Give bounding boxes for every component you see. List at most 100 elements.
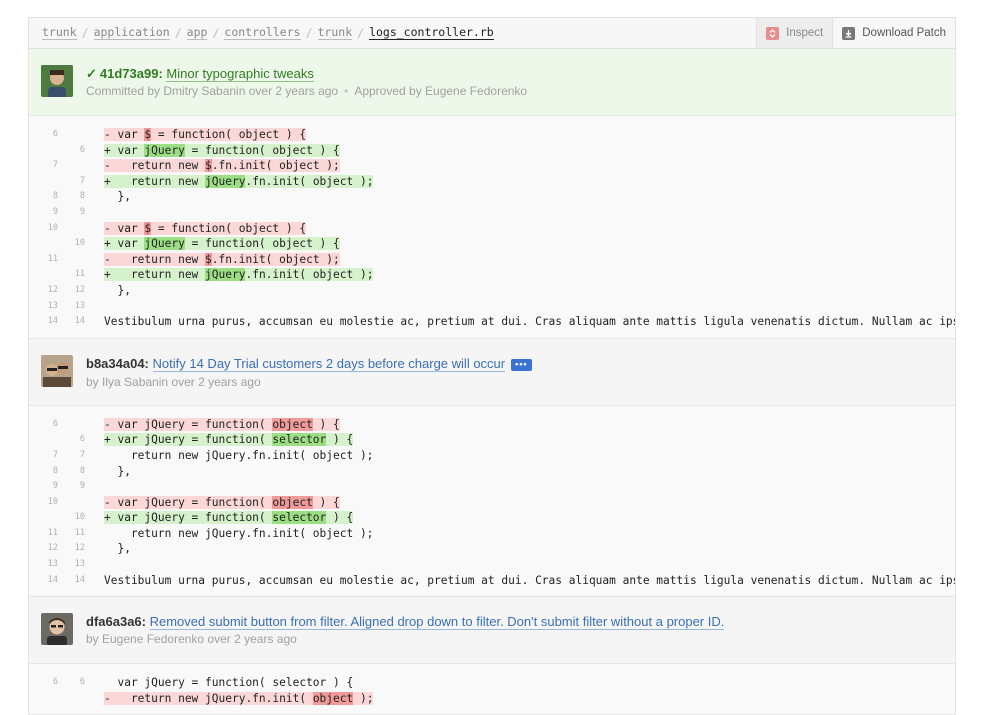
old-line-number[interactable]: 14 [29, 573, 61, 589]
new-line-number[interactable]: 9 [61, 205, 85, 221]
old-line-number[interactable]: 14 [29, 314, 61, 330]
inspect-label: Inspect [786, 27, 824, 39]
diff-line: 6 + var jQuery = function( selector ) { [29, 432, 955, 448]
new-line-number[interactable]: 8 [61, 189, 85, 205]
new-line-number[interactable] [61, 252, 85, 268]
old-line-number[interactable]: 6 [29, 675, 61, 691]
breadcrumb-item[interactable]: controllers [224, 26, 301, 40]
old-line-number[interactable] [29, 510, 61, 526]
new-line-number[interactable]: 7 [61, 174, 85, 190]
commit-meta: Committed by Dmitry Sabanin over 2 years… [86, 84, 528, 98]
avatar[interactable] [41, 354, 73, 387]
code-text: Vestibulum urna purus, accumsan eu moles… [104, 315, 955, 329]
new-line-number[interactable]: 12 [61, 541, 85, 557]
old-line-number[interactable]: 6 [29, 417, 61, 433]
commit-message-link[interactable]: Removed submit button from filter. Align… [149, 614, 725, 631]
download-patch-button[interactable]: Download Patch [832, 18, 955, 48]
new-line-number[interactable]: 13 [61, 299, 85, 315]
changed-token: selector [272, 433, 327, 447]
changed-token: $ [205, 159, 212, 173]
new-line-number[interactable] [61, 495, 85, 511]
new-line-number[interactable]: 6 [61, 143, 85, 159]
code-text: }, [104, 542, 131, 556]
breadcrumb-item[interactable]: trunk [42, 26, 77, 40]
old-line-number[interactable] [29, 236, 61, 252]
old-line-number[interactable]: 10 [29, 221, 61, 237]
new-line-number[interactable] [61, 221, 85, 237]
changed-token: jQuery [144, 237, 185, 251]
breadcrumb-item[interactable]: application [93, 26, 170, 40]
code-text: return new jQuery.fn.init( object ); [104, 526, 374, 540]
code-text: }, [104, 283, 131, 297]
commit-list: trunk / application / app / controllers / tr… [28, 17, 956, 715]
new-line-number[interactable]: 6 [61, 432, 85, 448]
new-line-number[interactable]: 14 [61, 573, 85, 589]
diff-line: 6 + var jQuery = function( object ) { [29, 143, 955, 159]
inspect-button[interactable]: Inspect [756, 18, 833, 48]
code-text: Vestibulum urna purus, accumsan eu moles… [104, 573, 955, 587]
code-text: return new jQuery.fn.init( object ); [104, 448, 374, 462]
new-line-number[interactable]: 9 [61, 479, 85, 495]
diff-line: 7 + return new jQuery.fn.init( object ); [29, 174, 955, 190]
old-line-number[interactable]: 9 [29, 479, 61, 495]
diff-line: 99 [29, 479, 955, 495]
old-line-number[interactable]: 7 [29, 158, 61, 174]
old-line-number[interactable]: 13 [29, 557, 61, 573]
old-line-number[interactable]: 6 [29, 127, 61, 143]
breadcrumb-item[interactable]: trunk [317, 26, 353, 40]
old-line-number[interactable]: 7 [29, 448, 61, 464]
new-line-number[interactable]: 6 [61, 675, 85, 691]
commit-message-link[interactable]: Notify 14 Day Trial customers 2 days bef… [152, 355, 506, 372]
commit-sha[interactable]: 41d73a99: [100, 66, 163, 81]
old-line-number[interactable]: 10 [29, 495, 61, 511]
old-line-number[interactable] [29, 174, 61, 190]
diff-block: 6 - var jQuery = function( object ) {6 + v… [29, 405, 955, 598]
old-line-number[interactable]: 11 [29, 252, 61, 268]
old-line-number[interactable]: 8 [29, 464, 61, 480]
new-line-number[interactable] [61, 158, 85, 174]
new-line-number[interactable] [61, 127, 85, 143]
new-line-number[interactable]: 11 [61, 267, 85, 283]
old-line-number[interactable] [29, 267, 61, 283]
old-line-number[interactable]: 8 [29, 189, 61, 205]
new-line-number[interactable]: 7 [61, 448, 85, 464]
old-line-number[interactable]: 12 [29, 283, 61, 299]
new-line-number[interactable] [61, 417, 85, 433]
old-line-number[interactable]: 12 [29, 541, 61, 557]
code-text: - var $ = function( object ) { [104, 128, 307, 141]
commit-sha[interactable]: b8a34a04: [86, 356, 149, 371]
new-line-number[interactable]: 12 [61, 283, 85, 299]
old-line-number[interactable]: 11 [29, 526, 61, 542]
breadcrumb-item[interactable]: app [186, 26, 208, 40]
old-line-number[interactable] [29, 143, 61, 159]
old-line-number[interactable]: 13 [29, 299, 61, 315]
inspect-icon [766, 26, 780, 40]
avatar[interactable] [41, 65, 73, 97]
commit-message-link[interactable]: Minor typographic tweaks [166, 66, 314, 82]
old-line-number[interactable] [29, 432, 61, 448]
breadcrumb-current-file[interactable]: logs_controller.rb [369, 26, 494, 40]
download-icon [842, 26, 856, 40]
avatar[interactable] [41, 613, 73, 646]
new-line-number[interactable]: 10 [61, 236, 85, 252]
new-line-number[interactable]: 13 [61, 557, 85, 573]
new-line-number[interactable]: 14 [61, 314, 85, 330]
diff-line: 99 [29, 205, 955, 221]
new-line-number[interactable]: 8 [61, 464, 85, 480]
old-line-number[interactable] [29, 691, 61, 707]
changed-token: object [312, 691, 354, 705]
diff-line: 11 - return new $.fn.init( object ); [29, 252, 955, 268]
new-line-number[interactable] [61, 691, 85, 707]
commit-sha[interactable]: dfa6a3a6: [86, 614, 146, 629]
expand-description-button[interactable]: ••• [511, 358, 532, 371]
new-line-number[interactable]: 11 [61, 526, 85, 542]
diff-line: 6 - var jQuery = function( object ) { [29, 417, 955, 433]
new-line-number[interactable]: 10 [61, 510, 85, 526]
changed-token: jQuery [144, 143, 185, 157]
old-line-number[interactable]: 9 [29, 205, 61, 221]
diff-line: 88 }, [29, 464, 955, 480]
commit-meta: by Ilya Sabanin over 2 years ago [86, 374, 261, 389]
changed-token: selector [272, 511, 327, 525]
